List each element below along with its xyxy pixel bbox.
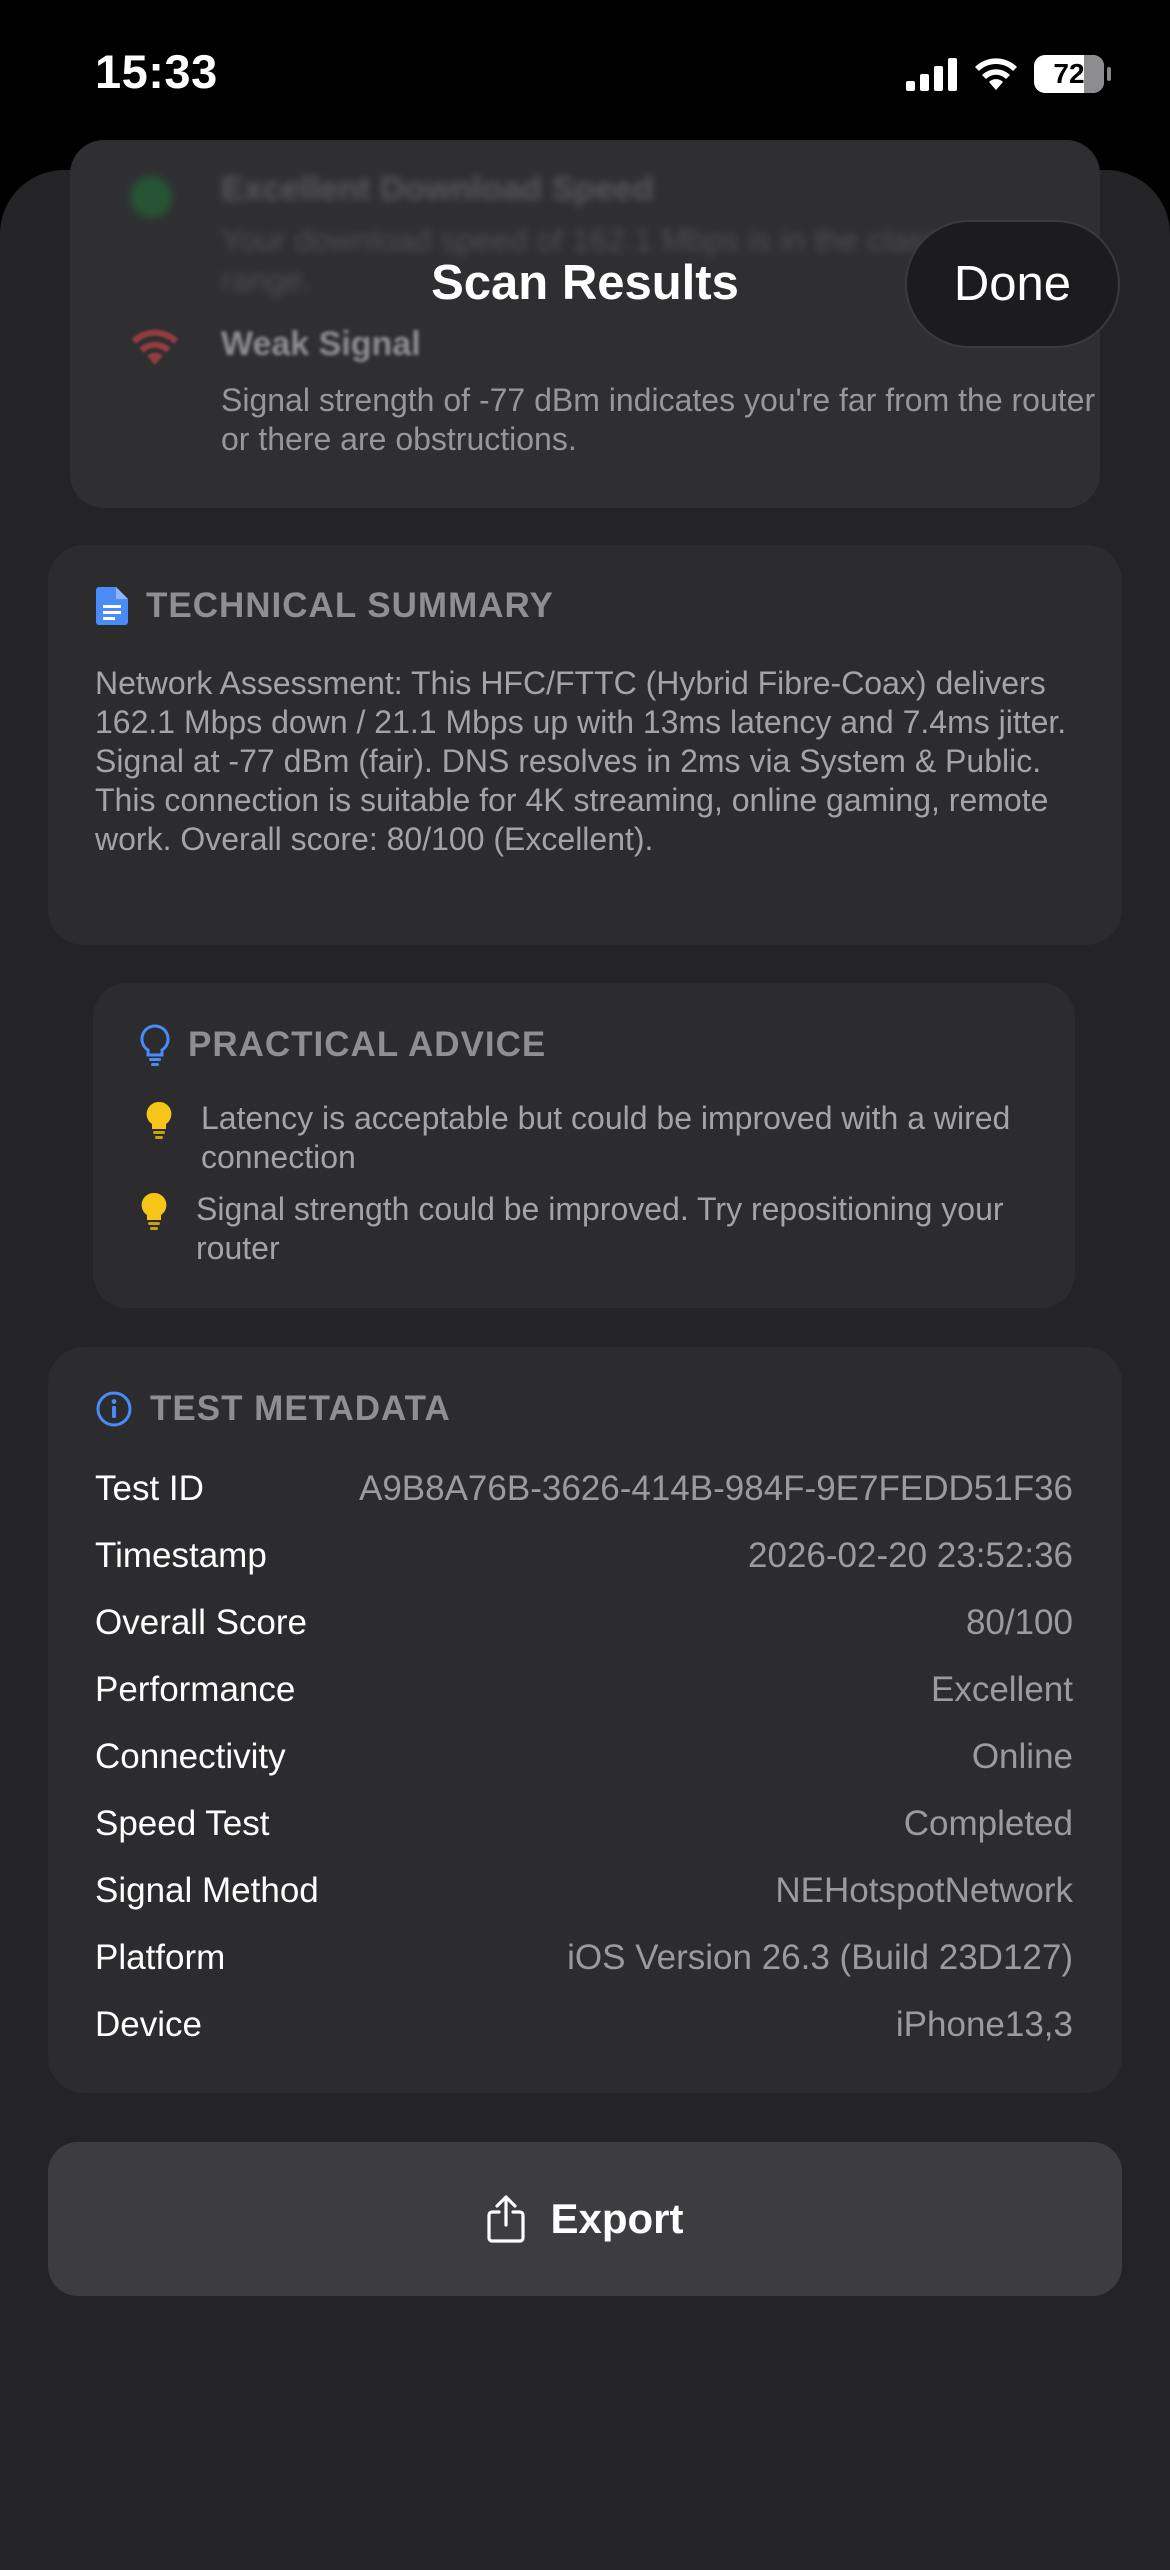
metadata-value: iOS Version 26.3 (Build 23D127) [567, 1938, 1073, 1977]
metadata-value: A9B8A76B-3626-414B-984F-9E7FEDD51F36 [358, 1469, 1073, 1508]
technical-summary-title: TECHNICAL SUMMARY [146, 586, 554, 625]
practical-advice-header: PRACTICAL ADVICE [140, 1024, 546, 1066]
cellular-signal-icon [906, 58, 957, 91]
metadata-row-performance: Performance Excellent [95, 1666, 1073, 1714]
metadata-key: Connectivity [95, 1737, 286, 1776]
technical-summary-body: Network Assessment: This HFC/FTTC (Hybri… [95, 665, 1067, 857]
metadata-key: Platform [95, 1938, 226, 1977]
advice-item: Latency is acceptable but could be impro… [145, 1099, 1045, 1177]
metadata-row-overall-score: Overall Score 80/100 [95, 1599, 1073, 1647]
technical-summary-header: TECHNICAL SUMMARY [96, 586, 554, 626]
metadata-key: Signal Method [95, 1871, 319, 1910]
export-button[interactable]: Export [48, 2142, 1122, 2296]
insight-title-download: Excellent Download Speed [221, 170, 654, 208]
wifi-icon [975, 58, 1017, 90]
metadata-value: Completed [903, 1804, 1073, 1843]
metadata-row-connectivity: Connectivity Online [95, 1733, 1073, 1781]
insight-title-weak-signal: Weak Signal [221, 325, 421, 363]
done-button[interactable]: Done [905, 220, 1120, 348]
metadata-key: Device [95, 2005, 202, 2044]
metadata-key: Overall Score [95, 1603, 308, 1642]
insight-desc-weak-signal: Signal strength of -77 dBm indicates you… [221, 382, 1096, 457]
metadata-value: 80/100 [965, 1603, 1073, 1642]
metadata-row-platform: Platform iOS Version 26.3 (Build 23D127) [95, 1934, 1073, 1982]
advice-item: Signal strength could be improved. Try r… [140, 1190, 1060, 1268]
test-metadata-title: TEST METADATA [150, 1389, 451, 1428]
lightbulb-filled-icon [146, 1101, 172, 1139]
metadata-row-signal-method: Signal Method NEHotspotNetwork [95, 1867, 1073, 1915]
battery-icon: 72 [1034, 55, 1111, 93]
status-time: 15:33 [95, 45, 218, 98]
metadata-row-speed-test: Speed Test Completed [95, 1800, 1073, 1848]
metadata-key: Test ID [95, 1469, 204, 1508]
lightbulb-icon [140, 1024, 170, 1066]
share-icon [487, 2195, 526, 2243]
weak-signal-wifi-icon [131, 329, 179, 365]
metadata-row-timestamp: Timestamp 2026-02-20 23:52:36 [95, 1532, 1073, 1580]
metadata-key: Timestamp [95, 1536, 267, 1575]
metadata-value: 2026-02-20 23:52:36 [748, 1536, 1073, 1575]
metadata-row-device: Device iPhone13,3 [95, 2001, 1073, 2049]
check-circle-icon [130, 176, 172, 218]
test-metadata-header: TEST METADATA [96, 1389, 451, 1429]
battery-level: 72 [1053, 58, 1085, 89]
metadata-value: iPhone13,3 [895, 2005, 1073, 2044]
metadata-value: Online [971, 1737, 1073, 1776]
metadata-row-test-id: Test ID A9B8A76B-3626-414B-984F-9E7FEDD5… [95, 1465, 1073, 1513]
metadata-key: Speed Test [95, 1804, 270, 1843]
info-icon [96, 1391, 132, 1427]
advice-text: Latency is acceptable but could be impro… [201, 1100, 1011, 1175]
metadata-value: NEHotspotNetwork [775, 1871, 1073, 1910]
status-indicators: 72 [906, 52, 1111, 96]
metadata-value: Excellent [930, 1670, 1073, 1709]
advice-text: Signal strength could be improved. Try r… [196, 1191, 1004, 1266]
metadata-key: Performance [95, 1670, 296, 1709]
practical-advice-title: PRACTICAL ADVICE [188, 1025, 547, 1064]
status-bar: 15:33 72 [0, 0, 1170, 140]
document-icon [96, 587, 128, 625]
export-label: Export [550, 2195, 684, 2242]
lightbulb-filled-icon [141, 1192, 167, 1230]
